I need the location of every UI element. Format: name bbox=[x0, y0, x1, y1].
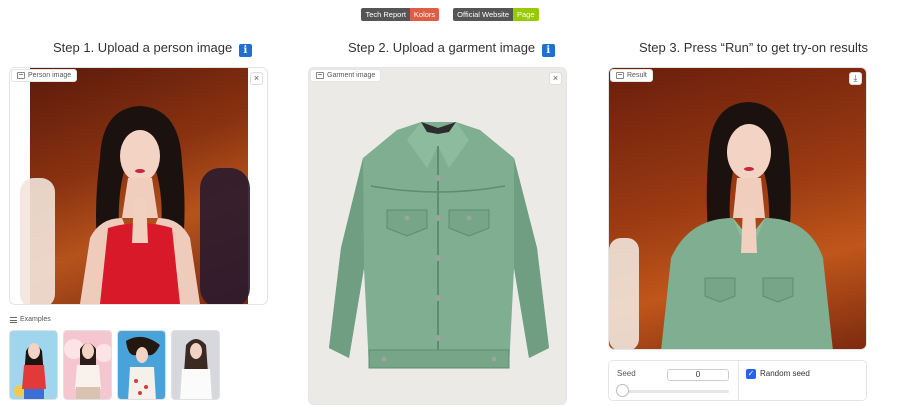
result-figure bbox=[661, 102, 833, 349]
result-panel: Result ⤓ bbox=[608, 67, 867, 350]
info-icon[interactable]: i bbox=[541, 44, 555, 57]
examples-label-text: Examples bbox=[20, 316, 51, 323]
badge-right-text: Page bbox=[513, 8, 539, 21]
clear-garment-image-button[interactable]: × bbox=[549, 72, 562, 85]
badges: Tech Report Kolors Official Website Page bbox=[0, 8, 900, 21]
image-icon bbox=[316, 72, 324, 79]
example-image bbox=[64, 331, 111, 399]
divider bbox=[738, 361, 739, 400]
image-icon bbox=[17, 72, 25, 79]
page: Tech Report Kolors Official Website Page… bbox=[0, 0, 900, 405]
example-thumbnail[interactable] bbox=[117, 330, 166, 400]
info-icon[interactable]: i bbox=[238, 44, 252, 57]
example-image bbox=[10, 331, 57, 399]
step2-text: Step 2. Upload a garment image bbox=[348, 40, 536, 55]
person-photo bbox=[20, 68, 250, 304]
example-image bbox=[172, 331, 219, 399]
garment-photo bbox=[309, 68, 566, 404]
seed-controls: Seed 0 ✓ Random seed bbox=[608, 360, 867, 401]
person-image-label-text: Person image bbox=[28, 72, 72, 79]
seed-input[interactable]: 0 bbox=[667, 369, 729, 381]
download-icon[interactable]: ⤓ bbox=[849, 72, 862, 85]
example-thumbnail[interactable] bbox=[171, 330, 220, 400]
badge-right-text: Kolors bbox=[409, 8, 440, 21]
seed-label: Seed bbox=[617, 369, 636, 378]
random-seed-checkbox[interactable]: ✓ bbox=[746, 369, 756, 379]
person-image-label: Person image bbox=[11, 69, 78, 82]
jacket-image bbox=[329, 122, 549, 369]
examples-label: Examples bbox=[10, 316, 51, 323]
step2-title: Step 2. Upload a garment image i bbox=[348, 40, 555, 57]
image-icon bbox=[616, 72, 624, 79]
person-figure bbox=[80, 106, 200, 304]
step1-title: Step 1. Upload a person image i bbox=[53, 40, 252, 57]
badge-left-text: Official Website bbox=[453, 8, 513, 21]
official-website-badge[interactable]: Official Website Page bbox=[453, 8, 539, 21]
badge-left-text: Tech Report bbox=[361, 8, 410, 21]
garment-image-label-text: Garment image bbox=[327, 72, 376, 79]
step3-text: Step 3. Press “Run” to get try-on result… bbox=[639, 40, 869, 55]
step3-title: Step 3. Press “Run” to get try-on result… bbox=[639, 40, 868, 55]
example-thumbnail[interactable] bbox=[9, 330, 58, 400]
random-seed-label[interactable]: Random seed bbox=[760, 369, 810, 379]
person-image-panel[interactable]: Person image × bbox=[9, 67, 268, 305]
result-label-text: Result bbox=[627, 72, 647, 79]
result-label: Result bbox=[610, 69, 653, 82]
list-icon bbox=[10, 316, 17, 323]
garment-image-label: Garment image bbox=[310, 69, 382, 82]
tech-report-badge[interactable]: Tech Report Kolors bbox=[361, 8, 440, 21]
result-photo bbox=[609, 68, 866, 349]
seed-slider-track[interactable] bbox=[617, 390, 729, 393]
example-image bbox=[118, 331, 165, 399]
step1-text: Step 1. Upload a person image bbox=[53, 40, 233, 55]
seed-slider-handle[interactable] bbox=[616, 384, 629, 397]
clear-person-image-button[interactable]: × bbox=[250, 72, 263, 85]
garment-image-panel[interactable]: Garment image × bbox=[308, 67, 567, 405]
example-thumbnail[interactable] bbox=[63, 330, 112, 400]
